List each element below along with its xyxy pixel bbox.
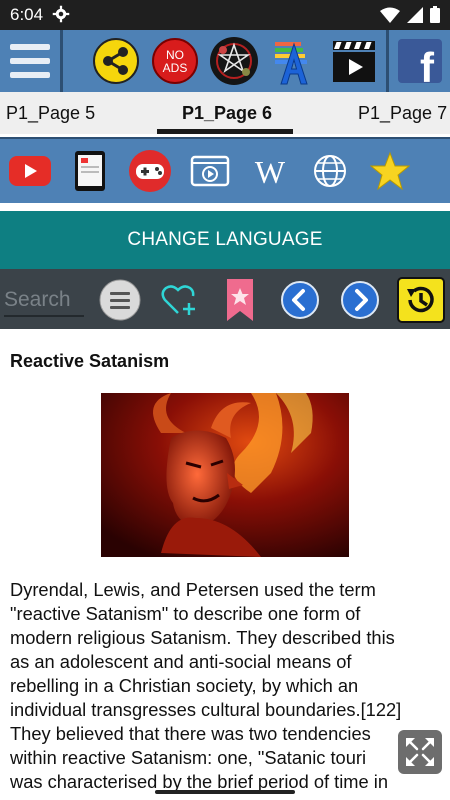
facebook-button[interactable]: f <box>392 34 448 88</box>
article-line: within reactive Satanism: one, "Satanic … <box>10 747 367 768</box>
page-tabs: P1_Page 5 P1_Page 6 P1_Page 7 <box>0 92 450 134</box>
add-favorite-icon <box>161 285 195 315</box>
article-line: as an adolescent and anti-social means o… <box>10 651 352 672</box>
status-time: 6:04 <box>10 5 44 24</box>
previous-page-button[interactable] <box>277 277 323 323</box>
cellular-signal-icon <box>407 6 423 23</box>
top-toolbar: NO ADS f <box>0 30 450 92</box>
no-ads-line2: ADS <box>163 61 188 75</box>
search-nav-row <box>0 269 450 329</box>
app-logo-button[interactable] <box>206 34 262 88</box>
video-button[interactable] <box>326 34 382 88</box>
video-clapper-icon <box>333 41 375 82</box>
toolbar-divider <box>386 30 389 92</box>
facebook-icon: f <box>398 39 442 85</box>
bookmark-button[interactable] <box>217 277 263 323</box>
article-line: individual transgresses cultural boundar… <box>10 699 402 720</box>
no-ads-icon: NO ADS <box>152 38 198 84</box>
hamburger-menu-icon <box>10 44 50 78</box>
youtube-button[interactable] <box>6 147 54 195</box>
fullscreen-button[interactable] <box>398 730 442 774</box>
article-body: Dyrendal, Lewis, and Petersen used the t… <box>10 578 446 794</box>
change-language-button[interactable]: CHANGE LANGUAGE <box>0 211 450 269</box>
expand-fullscreen-icon <box>406 738 434 766</box>
settings-gear-icon <box>52 5 70 23</box>
wifi-icon <box>380 7 400 23</box>
list-menu-icon <box>99 279 141 321</box>
battery-icon <box>430 6 440 23</box>
video-player-icon <box>190 155 230 187</box>
tab-page-5[interactable]: P1_Page 5 <box>6 103 95 124</box>
no-ads-line1: NO <box>166 48 184 62</box>
tab-page-7[interactable]: P1_Page 7 <box>358 103 447 124</box>
wikipedia-button[interactable]: W <box>246 147 294 195</box>
favorite-button[interactable] <box>366 147 414 195</box>
article-line: Dyrendal, Lewis, and Petersen used the t… <box>10 579 376 600</box>
facebook-letter: f <box>420 44 435 85</box>
wikipedia-icon: W <box>255 154 286 189</box>
games-button[interactable] <box>126 147 174 195</box>
status-indicators <box>380 6 440 23</box>
list-menu-button[interactable] <box>97 277 143 323</box>
pentagram-app-icon <box>210 37 258 85</box>
demon-illustration-image <box>101 393 349 557</box>
font-size-icon <box>275 42 308 85</box>
globe-icon <box>314 155 346 187</box>
star-icon <box>370 151 410 191</box>
bookmark-icon <box>227 279 253 321</box>
feature-icon-row: W <box>0 137 450 203</box>
add-favorite-button[interactable] <box>157 277 203 323</box>
search-input[interactable] <box>4 285 84 317</box>
no-ads-button[interactable]: NO ADS <box>147 34 203 88</box>
tablet-icon <box>75 151 105 191</box>
article-line: "reactive Satanism" to describe one form… <box>10 603 361 624</box>
toolbar-divider <box>60 30 63 92</box>
article-image <box>101 393 349 557</box>
share-icon <box>93 38 139 84</box>
article-line: modern religious Satanism. They describe… <box>10 627 395 648</box>
home-indicator <box>155 790 295 794</box>
article-content: Reactive Satanism Dyrendal, Lewis, and P… <box>0 329 450 800</box>
status-bar: 6:04 <box>0 0 450 30</box>
article-line: rebelling in a Christian society, by whi… <box>10 675 359 696</box>
article-line: They believed that there was two tendenc… <box>10 723 371 744</box>
menu-button[interactable] <box>2 34 58 88</box>
history-button[interactable] <box>396 276 446 324</box>
next-icon <box>341 281 379 319</box>
article-title: Reactive Satanism <box>10 351 170 371</box>
next-page-button[interactable] <box>337 277 383 323</box>
video-player-button[interactable] <box>186 147 234 195</box>
wikipedia-letter: W <box>255 154 286 189</box>
previous-icon <box>281 281 319 319</box>
font-size-button[interactable] <box>266 34 322 88</box>
spacer <box>0 203 450 211</box>
share-button[interactable] <box>88 34 144 88</box>
tablet-button[interactable] <box>66 147 114 195</box>
youtube-icon <box>9 156 51 186</box>
gamepad-icon <box>129 150 171 192</box>
active-tab-indicator <box>157 129 293 134</box>
tab-page-6[interactable]: P1_Page 6 <box>182 103 272 124</box>
history-icon <box>397 277 445 323</box>
web-button[interactable] <box>306 147 354 195</box>
